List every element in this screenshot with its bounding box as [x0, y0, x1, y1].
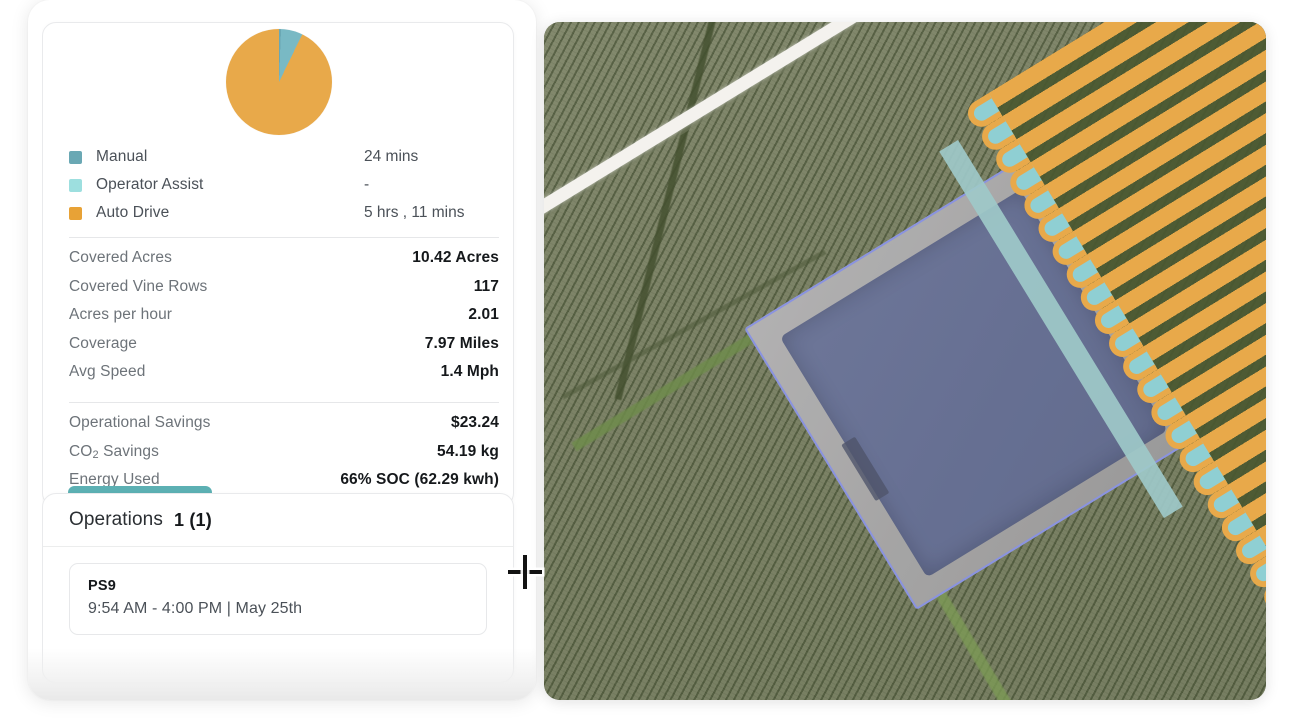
legend-item-operator-assist: Operator Assist - [69, 171, 489, 199]
stat-label: Coverage [69, 335, 137, 353]
stat-value: 66% SOC (62.29 kwh) [340, 471, 499, 489]
stat-value: 1.4 Mph [441, 363, 499, 381]
legend-value-manual: 24 mins [309, 148, 489, 166]
left-details-panel: Manual 24 mins Operator Assist - Auto Dr… [28, 0, 536, 700]
stat-label-co2-rest: Savings [99, 443, 159, 460]
legend-swatch-manual-icon [69, 151, 82, 164]
stats-divider-top [69, 237, 499, 238]
app-screen: Manual 24 mins Operator Assist - Auto Dr… [0, 0, 1294, 722]
stat-row-covered-acres: Covered Acres 10.42 Acres [69, 249, 499, 278]
operations-card: Operations 1 (1) PS9 9:54 AM - 4:00 PM |… [42, 493, 514, 683]
stat-label: Avg Speed [69, 363, 145, 381]
list-item[interactable]: PS9 9:54 AM - 4:00 PM | May 25th [69, 563, 487, 635]
stat-label: Operational Savings [69, 414, 210, 432]
legend-swatch-auto-drive-icon [69, 207, 82, 220]
primary-stats-group: Covered Acres 10.42 Acres Covered Vine R… [69, 249, 499, 392]
legend-swatch-operator-assist-icon [69, 179, 82, 192]
pie-chart-graphic [226, 29, 332, 135]
map-canvas[interactable] [544, 22, 1266, 700]
stat-row-operational-savings: Operational Savings $23.24 [69, 414, 499, 443]
drive-mode-pie-chart [43, 23, 515, 145]
stat-label-co2-base: CO [69, 443, 92, 460]
legend-value-operator-assist: - [309, 176, 489, 194]
operation-timerange: 9:54 AM - 4:00 PM | May 25th [88, 600, 468, 618]
stat-row-acres-per-hour: Acres per hour 2.01 [69, 306, 499, 335]
stat-row-co2-savings: CO2 Savings 54.19 kg [69, 443, 499, 472]
stat-row-coverage: Coverage 7.97 Miles [69, 335, 499, 364]
stat-label: Acres per hour [69, 306, 172, 324]
stat-label: Covered Acres [69, 249, 172, 267]
stat-label-co2-subscript: 2 [92, 449, 98, 461]
stat-value: 7.97 Miles [425, 335, 499, 353]
operations-title: Operations [69, 509, 163, 531]
stat-value: 117 [474, 278, 499, 296]
operation-name: PS9 [88, 578, 468, 594]
legend-item-manual: Manual 24 mins [69, 143, 489, 171]
operations-header: Operations 1 (1) [43, 494, 513, 547]
operations-list: PS9 9:54 AM - 4:00 PM | May 25th [43, 547, 513, 635]
panel-scroll-area[interactable]: Manual 24 mins Operator Assist - Auto Dr… [42, 0, 522, 700]
stat-label: CO2 Savings [69, 443, 159, 461]
stats-divider-bottom [69, 402, 499, 403]
session-summary-card: Manual 24 mins Operator Assist - Auto Dr… [42, 22, 514, 507]
cursor-vertical-bar [523, 555, 527, 589]
legend-item-auto-drive: Auto Drive 5 hrs , 11 mins [69, 199, 489, 227]
legend-value-auto-drive: 5 hrs , 11 mins [309, 204, 489, 222]
stat-value: 10.42 Acres [412, 249, 499, 267]
stat-value: $23.24 [451, 414, 499, 432]
stat-value: 54.19 kg [437, 443, 499, 461]
legend-label-operator-assist: Operator Assist [96, 176, 309, 194]
field-map-panel[interactable] [544, 22, 1266, 700]
legend-label-auto-drive: Auto Drive [96, 204, 309, 222]
legend-label-manual: Manual [96, 148, 309, 166]
crosshair-cursor [508, 555, 542, 589]
operations-count-badge: 1 (1) [174, 510, 212, 531]
stat-row-avg-speed: Avg Speed 1.4 Mph [69, 363, 499, 392]
pie-chart-legend: Manual 24 mins Operator Assist - Auto Dr… [69, 143, 489, 227]
stat-label: Covered Vine Rows [69, 278, 207, 296]
stat-row-covered-vine-rows: Covered Vine Rows 117 [69, 278, 499, 307]
stat-value: 2.01 [468, 306, 499, 324]
